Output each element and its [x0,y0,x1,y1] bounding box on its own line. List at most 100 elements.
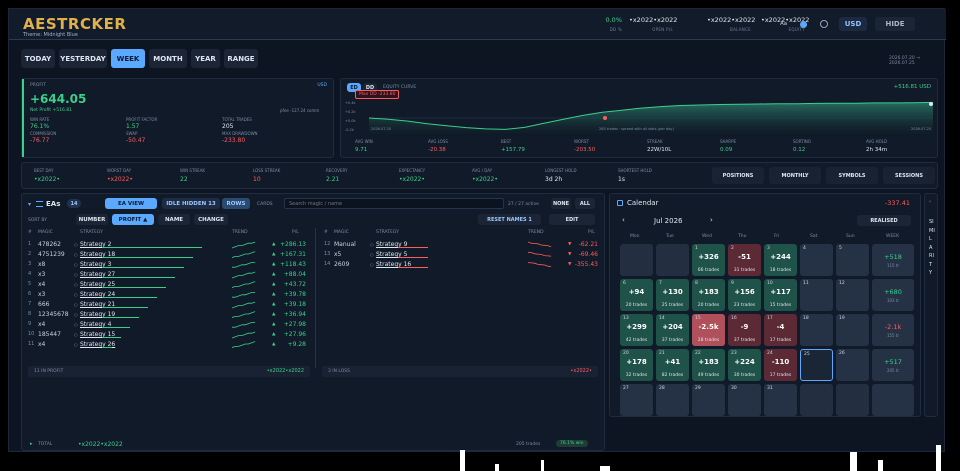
sort-2-button[interactable]: NAME [158,214,190,225]
next-month-icon[interactable]: › [710,216,713,224]
week-trades: 155 tr [886,333,900,338]
table-row[interactable]: 12 Manual ○ Strategy 9 ▼ -62.21 [318,240,606,250]
calendar-day[interactable]: 18 [800,314,833,346]
calendar-day[interactable]: 15 -2.5k 28 trades [692,314,725,346]
up-arrow-icon: ▲ [272,302,276,307]
rows-button[interactable]: ROWS [222,198,250,209]
day-trades: 82 trades [661,373,684,378]
calendar-day[interactable]: 2 -51 31 trades [728,244,761,276]
idle-hidden-button[interactable]: IDLE HIDDEN 13 [162,198,220,209]
calendar-day[interactable]: 31 [764,384,797,416]
font-size-button[interactable]: Aa [780,21,787,27]
calendar-day[interactable]: 23 +224 30 trades [728,349,761,381]
table-row[interactable]: 10 185447 ○ Strategy 15 ▲ +27.96 [22,330,314,340]
table-row[interactable]: 4 x3 ○ Strategy 27 ▲ +88.04 [22,270,314,280]
calendar-day[interactable]: 5 [836,244,869,276]
settings-icon[interactable] [820,20,828,28]
row-magic: x4 [38,281,46,288]
calendar-day[interactable]: 16 -9 37 trades [728,314,761,346]
summary-btn-sessions[interactable]: SESSIONS [883,167,935,184]
calendar-day[interactable]: 26 [836,349,869,381]
hide-button[interactable]: HIDE [875,17,915,31]
calendar-day[interactable]: 24 -110 17 trades [764,349,797,381]
none-button[interactable]: NONE [551,198,571,209]
reset-names-button[interactable]: RESET NAMES 1 [478,214,541,225]
table-row[interactable]: 9 x4 ○ Strategy 4 ▲ +27.98 [22,320,314,330]
similarity-sidebar[interactable]: ‹ SIMILARITY [924,193,938,417]
sort-3-button[interactable]: CHANGE [194,214,228,225]
ea-view-button[interactable]: EA VIEW [105,198,157,209]
table-row[interactable]: 14 2609 ○ Strategy 16 ▼ -355.43 [318,260,606,270]
search-input[interactable] [284,198,504,209]
calendar-day[interactable] [800,384,833,416]
calendar-day[interactable]: 10 +117 15 trades [764,279,797,311]
week-value: +680 [884,288,902,296]
table-row[interactable]: 3 x8 ○ Strategy 3 ▲ +118.43 [22,260,314,270]
period-today-button[interactable]: TODAY [21,49,55,68]
calendar-day[interactable] [656,244,689,276]
calendar-day[interactable]: 8 +183 20 trades [692,279,725,311]
summary-btn-positions[interactable]: POSITIONS [712,167,764,184]
calendar-day[interactable] [620,244,653,276]
theme-dot-icon[interactable] [800,21,807,28]
prev-month-icon[interactable]: ‹ [622,216,625,224]
cards-button[interactable]: CARDS [257,202,273,207]
summary-btn-symbols[interactable]: SYMBOLS [826,167,878,184]
calendar-day[interactable]: 17 -4 17 trades [764,314,797,346]
currency-button[interactable]: USD [839,17,867,31]
table-row[interactable]: 7 666 ○ Strategy 21 ▲ +39.18 [22,300,314,310]
in-profit-bar: 11 IN PROFIT •x2022•x2022 [28,366,310,377]
sort-0-button[interactable]: NUMBER [76,214,108,225]
realised-button[interactable]: REALISED [857,215,911,226]
calendar-day[interactable]: 4 [800,244,833,276]
calendar-day[interactable]: 1 +326 66 trades [692,244,725,276]
table-row[interactable]: 6 x3 ○ Strategy 24 ▲ +39.78 [22,290,314,300]
summary-value: 1s [618,176,625,183]
strategy-dot-icon: ○ [74,272,78,277]
table-row[interactable]: 2 4751239 ○ Strategy 18 ▲ +167.31 [22,250,314,260]
period-year-button[interactable]: YEAR [191,49,220,68]
period-month-button[interactable]: MONTH [149,49,187,68]
calendar-day[interactable]: 27 [620,384,653,416]
calendar-day[interactable]: 30 [728,384,761,416]
period-yesterday-button[interactable]: YESTERDAY [59,49,107,68]
strategy-dot-icon: ○ [74,322,78,327]
calendar-day[interactable]: 13 +299 42 trades [620,314,653,346]
calendar-day[interactable] [836,384,869,416]
edit-button[interactable]: EDIT [549,214,595,225]
table-row[interactable]: 13 x5 ○ Strategy 5 ▼ -69.46 [318,250,606,260]
table-row[interactable]: 5 x4 ○ Strategy 25 ▲ +43.72 [22,280,314,290]
stat-label: DD % [609,27,622,32]
strategy-dot-icon: ○ [74,282,78,287]
trend-sparkline [232,331,256,339]
calendar-day[interactable]: 3 +244 18 trades [764,244,797,276]
calendar-day[interactable]: 19 [836,314,869,346]
up-arrow-icon: ▲ [272,282,276,287]
calendar-day[interactable]: 14 +204 37 trades [656,314,689,346]
calendar-day[interactable]: 11 [800,279,833,311]
period-range-button[interactable]: RANGE [224,49,258,68]
table-row[interactable]: 8 12345678 ○ Strategy 19 ▲ +36.94 [22,310,314,320]
calendar-day[interactable]: 22 +183 49 trades [692,349,725,381]
metric-label: TOTAL TRADES [222,117,252,122]
all-button[interactable]: ALL [575,198,595,209]
collapse-icon[interactable]: ▾ [28,201,31,208]
chart-note: 265 trades · spread with all stats (per … [599,127,674,131]
calendar-day[interactable]: 12 [836,279,869,311]
summary-btn-monthly[interactable]: MONTHLY [769,167,821,184]
table-row[interactable]: 11 x4 ○ Strategy 26 ▲ +9.28 [22,340,314,350]
day-trades: 30 trades [733,373,756,378]
weekday-label: Sat [810,234,818,239]
calendar-day[interactable]: 21 +41 82 trades [656,349,689,381]
calendar-day[interactable]: 7 +130 25 trades [656,279,689,311]
calendar-day[interactable]: 20 +178 32 trades [620,349,653,381]
row-magic: 185447 [38,331,61,338]
period-week-button[interactable]: WEEK [111,49,145,68]
calendar-day[interactable]: 28 [656,384,689,416]
calendar-day[interactable]: 29 [692,384,725,416]
sort-1-button[interactable]: PROFIT ▲ [112,214,154,225]
calendar-day[interactable]: 6 +94 20 trades [620,279,653,311]
calendar-day[interactable]: 9 +156 23 trades [728,279,761,311]
table-row[interactable]: 1 478262 ○ Strategy 2 ▲ +286.13 [22,240,314,250]
calendar-day[interactable]: 25 [800,349,833,381]
